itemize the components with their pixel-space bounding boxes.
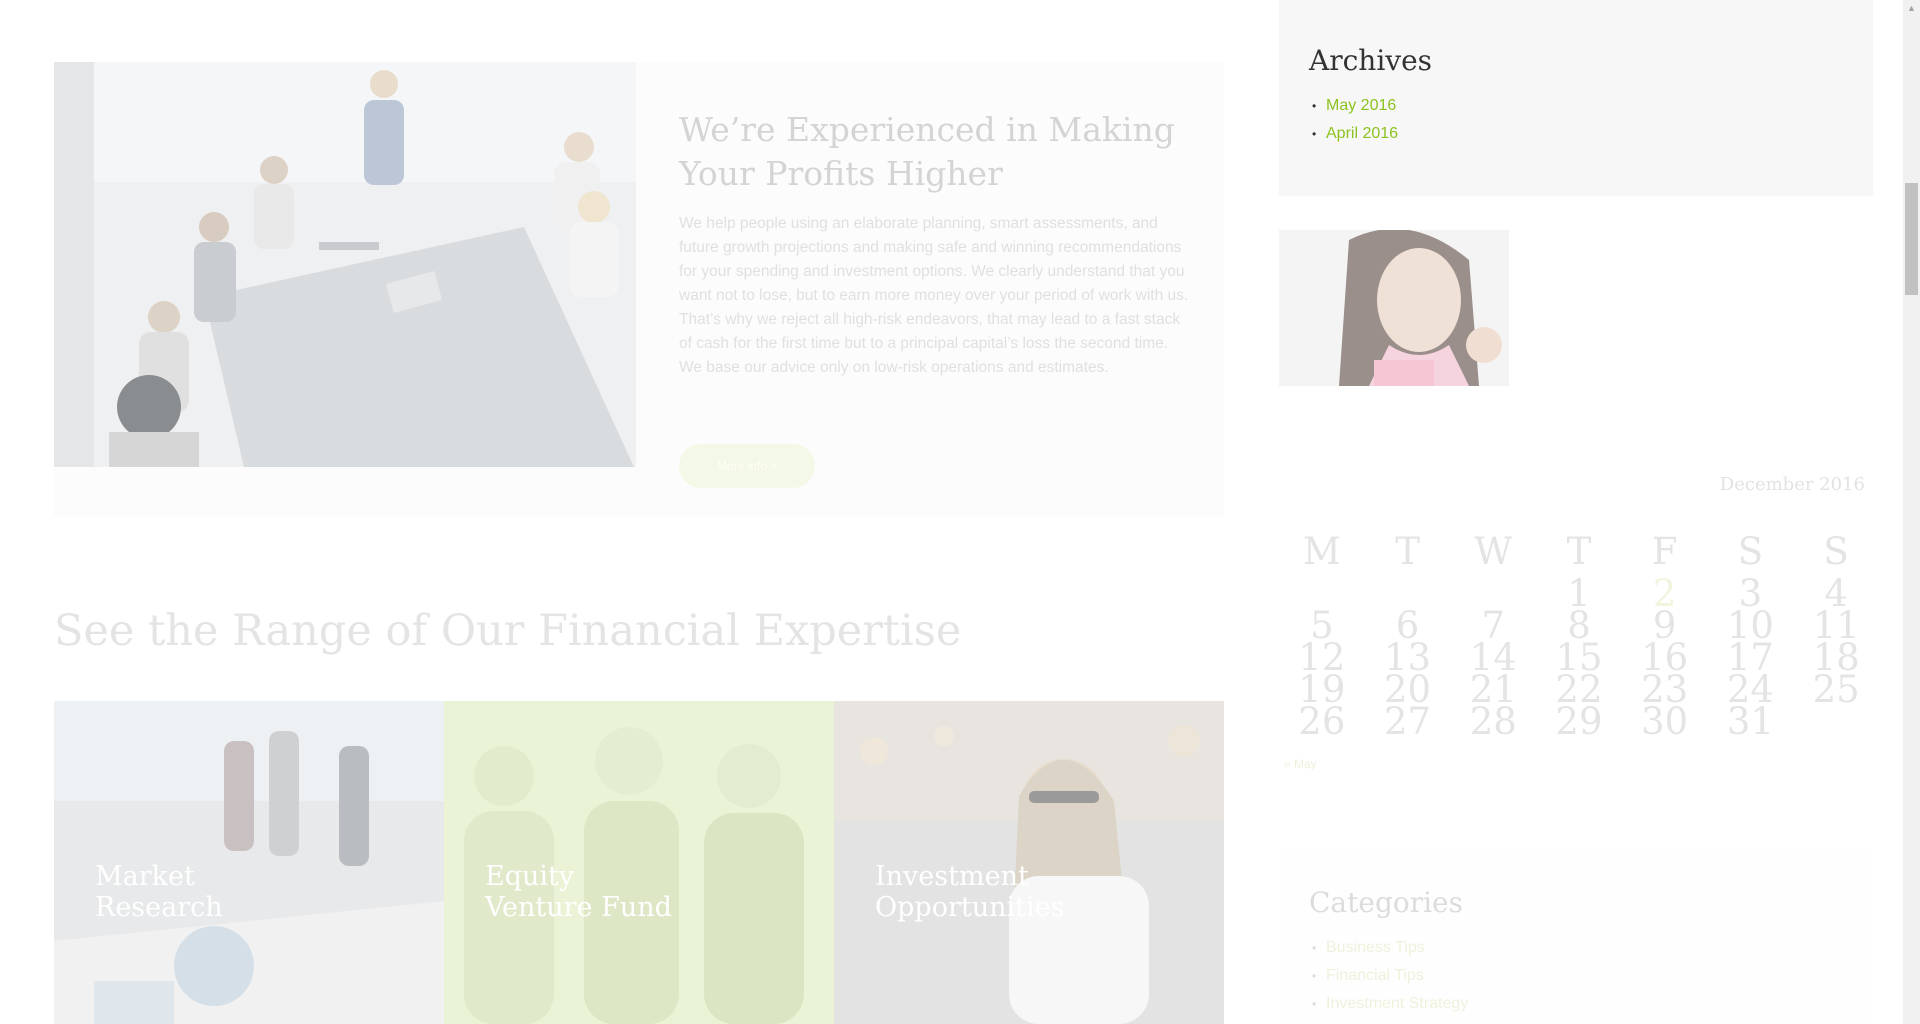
service-label: Market Research (95, 861, 223, 923)
service-tile-investment-opportunities[interactable]: Investment Opportunities (834, 701, 1224, 1024)
archives-title: Archives (1309, 44, 1433, 77)
service-label-line2: Research (95, 892, 223, 923)
more-info-button[interactable]: More info » (679, 444, 815, 488)
calendar-day: 27 (1384, 700, 1432, 743)
calendar-week: 26 27 28 29 30 31 (1279, 700, 1879, 743)
scrollbar-thumb[interactable] (1905, 183, 1918, 295)
archives-list: • May 2016 • April 2016 (1309, 92, 1398, 148)
calendar-caption: December 2016 (1719, 474, 1865, 495)
list-item: • Investment Strategy (1312, 995, 1469, 1012)
about-title: We’re Experienced in Making Your Profits… (679, 110, 1175, 193)
service-label: Investment Opportunities (875, 861, 1064, 923)
list-item: • April 2016 (1312, 125, 1399, 142)
category-link-business-tips[interactable]: Business Tips (1326, 939, 1425, 956)
sidebar-woman-photo (1279, 230, 1509, 386)
category-link-investment-strategy[interactable]: Investment Strategy (1326, 995, 1468, 1012)
weekday-saturday: S (1737, 529, 1764, 573)
calendar-day: 25 (1812, 668, 1860, 711)
archive-link-april-2016[interactable]: April 2016 (1326, 125, 1398, 142)
categories-title: Categories (1309, 886, 1463, 919)
weekday-monday: M (1302, 529, 1341, 573)
category-link-financial-tips[interactable]: Financial Tips (1326, 967, 1424, 984)
calendar-day: 26 (1298, 700, 1346, 743)
calendar-prev-month-link[interactable]: « May (1284, 757, 1317, 771)
archives-widget: Archives • May 2016 • April 2016 (1279, 0, 1873, 196)
service-tile-equity-venture-fund[interactable]: Equity Venture Fund (444, 701, 834, 1024)
weekday-friday: F (1651, 529, 1678, 573)
categories-list: • Business Tips • Financial Tips • Investme… (1309, 934, 1468, 1018)
calendar-day: 31 (1726, 700, 1774, 743)
weekday-sunday: S (1823, 529, 1849, 573)
about-text: We help people using an elaborate planni… (679, 215, 1189, 376)
weekday-thursday: T (1566, 529, 1592, 573)
service-tile-market-research[interactable]: Market Research (54, 701, 444, 1024)
service-label-line2: Venture Fund (485, 892, 672, 923)
weekday-wednesday: W (1474, 529, 1513, 573)
list-item: • Financial Tips (1312, 967, 1424, 984)
scroll-up-arrow-icon[interactable]: ▲ (1903, 0, 1920, 17)
calendar-day: 29 (1555, 700, 1603, 743)
list-item: • May 2016 (1312, 97, 1397, 114)
calendar-table: M T W T F S S 1 2 3 4 5 6 7 8 9 10 11 12… (1279, 524, 1879, 743)
weekday-tuesday: T (1395, 529, 1420, 573)
categories-widget: Categories • Business Tips • Financial Tip… (1279, 854, 1873, 1024)
service-label-line1: Market (95, 861, 195, 892)
service-label: Equity Venture Fund (485, 861, 672, 923)
calendar-day: 30 (1641, 700, 1689, 743)
calendar-weekday-row: M T W T F S S (1279, 524, 1879, 578)
archive-link-may-2016[interactable]: May 2016 (1326, 97, 1396, 114)
service-label-line2: Opportunities (875, 892, 1065, 923)
service-label-line1: Equity (485, 861, 575, 892)
service-label-line1: Investment (875, 861, 1029, 892)
team-meeting-photo (54, 62, 636, 467)
calendar-day: 28 (1469, 700, 1517, 743)
list-item: • Business Tips (1312, 939, 1425, 956)
page-scrollbar[interactable]: ▲ (1903, 0, 1920, 1024)
expertise-section-title: See the Range of Our Financial Expertise (54, 606, 962, 656)
